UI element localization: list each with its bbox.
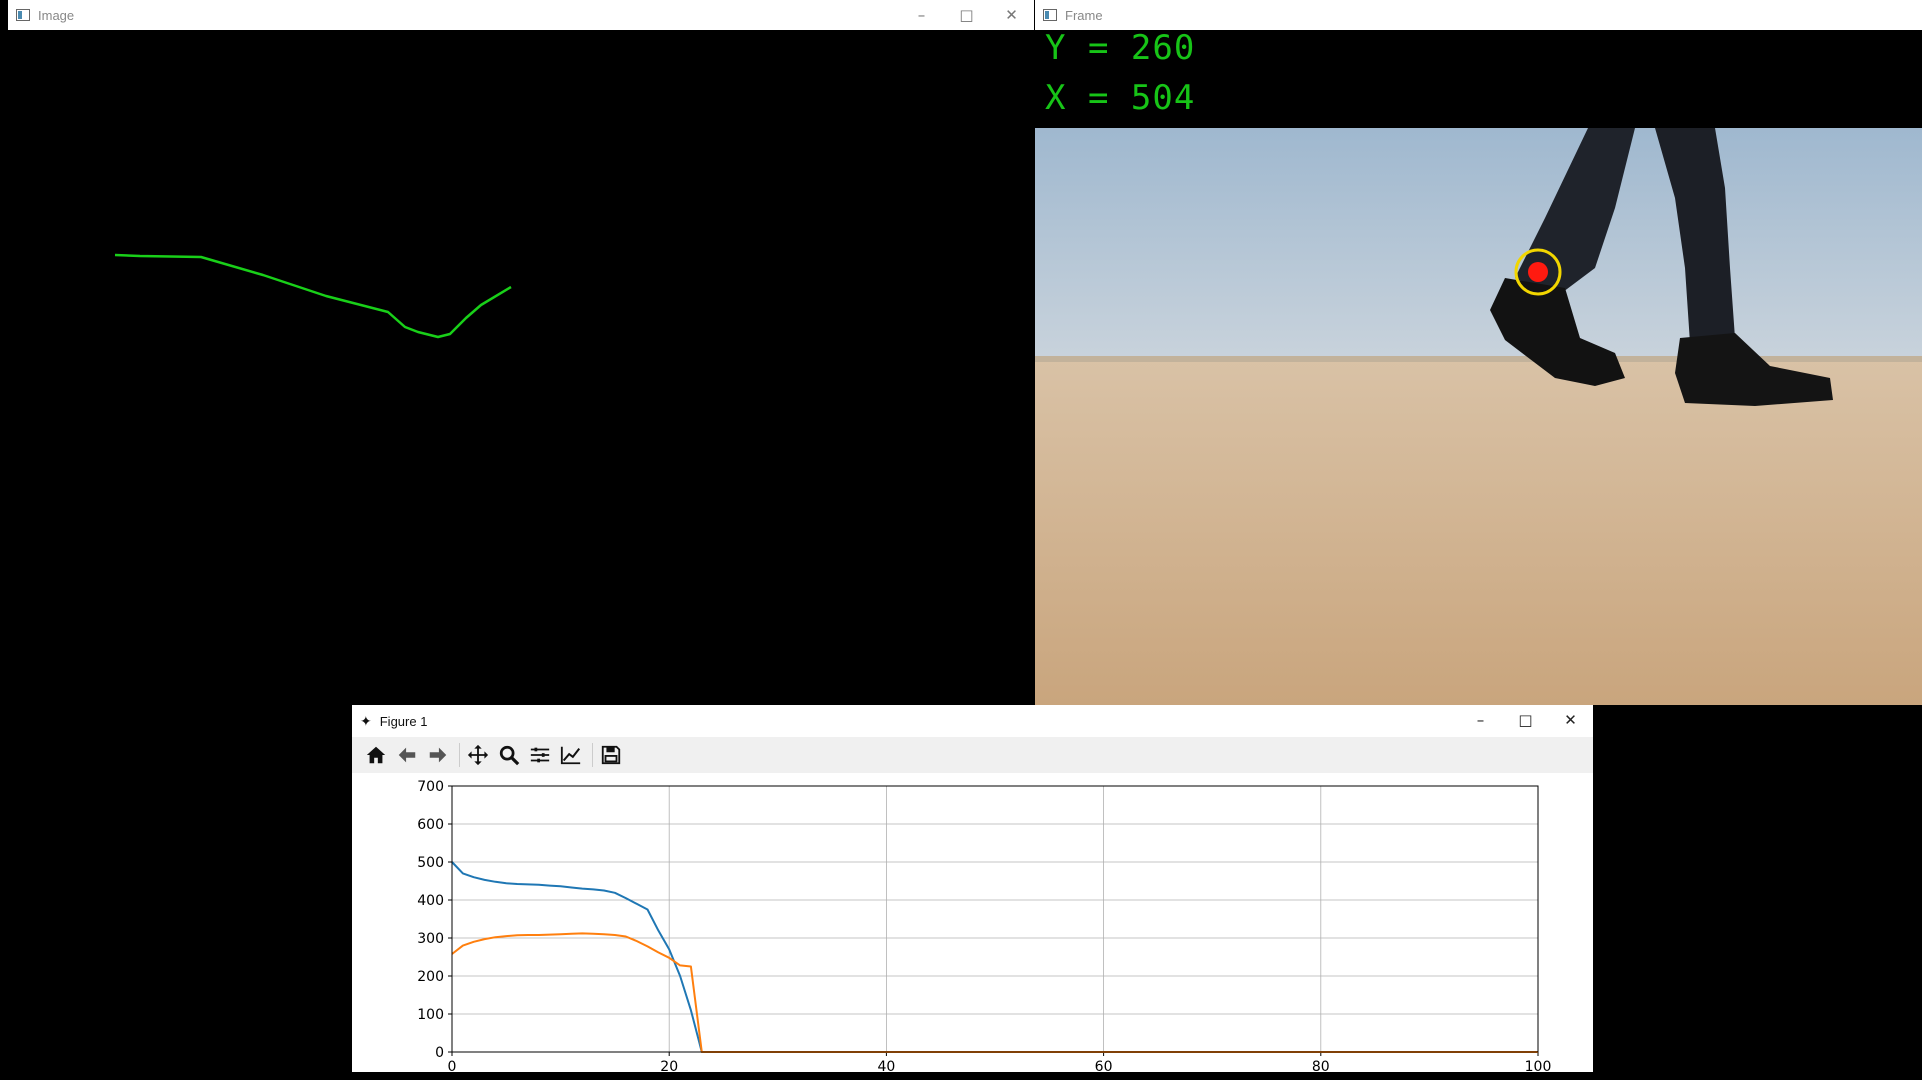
minimize-button[interactable]: – [899, 0, 944, 30]
zoom-icon [499, 745, 520, 766]
pan-button[interactable] [464, 741, 492, 769]
plot-frame [451, 785, 1539, 1053]
y-coordinate-readout: Y = 260 [1045, 30, 1196, 68]
x-tick-label: 0 [448, 1059, 457, 1072]
save-icon [601, 745, 621, 765]
x-tick-label: 80 [1312, 1059, 1330, 1072]
forward-button[interactable] [424, 741, 452, 769]
home-button[interactable] [362, 741, 390, 769]
edit-curves-icon [560, 746, 581, 765]
floor [1035, 358, 1922, 705]
wall [1035, 128, 1922, 362]
toolbar-separator [592, 743, 593, 767]
subplots-icon [530, 747, 550, 763]
pan-icon [467, 744, 489, 766]
series-line-2[interactable] [451, 932, 1538, 1053]
y-tick-label: 600 [417, 817, 444, 833]
forward-arrow-icon [429, 747, 447, 763]
tracking-dot [1528, 262, 1548, 282]
maximize-button[interactable]: □ [944, 0, 989, 30]
home-icon [366, 746, 386, 764]
image-window-titlebar[interactable]: Image – □ ✕ [8, 0, 1034, 30]
y-tick-label: 500 [417, 855, 444, 871]
maximize-button[interactable]: □ [1503, 705, 1548, 735]
image-window-title: Image [38, 7, 75, 23]
trail-svg [114, 253, 512, 339]
subplots-button[interactable] [526, 741, 554, 769]
y-tick-label: 400 [417, 893, 444, 909]
window-icon [16, 9, 30, 21]
frame-canvas: Y = 260 X = 504 [1035, 30, 1922, 705]
y-tick-label: 700 [417, 779, 444, 795]
edit-curves-button[interactable] [557, 741, 585, 769]
x-coordinate-readout: X = 504 [1045, 78, 1196, 118]
y-tick-label: 0 [435, 1045, 444, 1061]
image-canvas [8, 30, 1034, 800]
image-window: Image – □ ✕ [8, 0, 1034, 800]
y-tick-label: 200 [417, 969, 444, 985]
save-button[interactable] [597, 741, 625, 769]
window-icon [1043, 9, 1057, 21]
zoom-button[interactable] [495, 741, 523, 769]
toolbar-separator [459, 743, 460, 767]
figure-window-title: Figure 1 [379, 713, 428, 729]
motion-trail-line [114, 253, 512, 339]
matplotlib-icon: ✦ [360, 712, 372, 729]
figure-toolbar [352, 737, 1593, 774]
series-line-1[interactable] [451, 861, 1538, 1053]
back-button[interactable] [393, 741, 421, 769]
line-chart[interactable]: 0 20 40 60 80 100 0 100 200 300 400 500 600 700 [352, 773, 1593, 1075]
x-tick-label: 100 [1525, 1059, 1552, 1072]
y-tick-label: 100 [417, 1007, 444, 1023]
plot-area: 0 20 40 60 80 100 0 100 200 300 400 500 600 700 [352, 773, 1593, 1075]
x-tick-label: 60 [1095, 1059, 1113, 1072]
x-tick-label: 40 [877, 1059, 895, 1072]
baseboard [1035, 356, 1922, 362]
camera-frame [1035, 128, 1922, 705]
frame-window-title: Frame [1065, 7, 1103, 23]
y-tick-label: 300 [417, 931, 444, 947]
frame-window: Frame Y = 260 X = 504 [1035, 0, 1922, 705]
figure-window: ✦ Figure 1 – □ ✕ 0 20 40 60 80 100 0 100… [352, 705, 1593, 1075]
frame-window-titlebar[interactable]: Frame [1035, 0, 1922, 30]
figure-window-titlebar[interactable]: ✦ Figure 1 – □ ✕ [352, 705, 1593, 737]
back-arrow-icon [398, 747, 416, 763]
x-tick-label: 20 [660, 1059, 678, 1072]
close-button[interactable]: ✕ [989, 0, 1034, 30]
close-button[interactable]: ✕ [1548, 705, 1593, 735]
minimize-button[interactable]: – [1458, 705, 1503, 735]
